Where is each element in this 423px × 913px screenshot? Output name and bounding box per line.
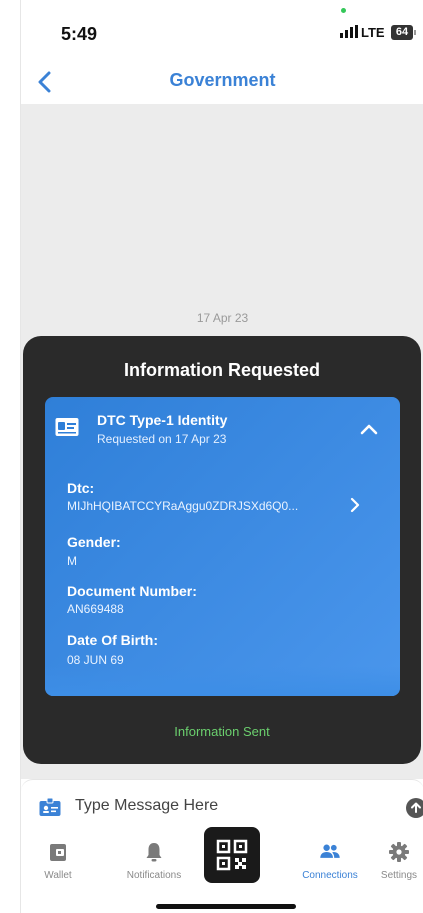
collapse-button[interactable] <box>355 415 383 443</box>
nav-bar: Government <box>21 60 423 104</box>
tab-notifications[interactable]: Notifications <box>114 837 194 887</box>
arrow-up-icon <box>411 802 421 813</box>
tab-wallet-label: Wallet <box>44 870 72 881</box>
qr-code-icon <box>216 839 248 871</box>
tab-wallet[interactable]: Wallet <box>21 837 98 887</box>
tab-settings[interactable]: Settings <box>359 837 423 887</box>
attribute-value-dtc: MIJhHQIBATCCYRaAggu0ZDRJSXd6Q0... <box>67 499 299 513</box>
attribute-label-gender: Gender: <box>67 534 121 550</box>
chat-area[interactable]: 17 Apr 23 Information Requested DTC Type… <box>21 104 423 779</box>
attribute-label-dtc: Dtc: <box>67 480 95 496</box>
gear-icon <box>389 842 409 862</box>
message-composer <box>21 779 423 832</box>
tab-bar: Wallet Notifications Connections Setting… <box>21 827 423 913</box>
credential-card[interactable]: DTC Type-1 Identity Requested on 17 Apr … <box>45 397 400 696</box>
status-time: 5:49 <box>61 24 98 44</box>
network-type: LTE <box>361 25 385 40</box>
id-card-icon <box>55 418 79 436</box>
date-separator: 17 Apr 23 <box>196 311 249 325</box>
information-sent-status: Information Sent <box>174 724 270 739</box>
message-input[interactable] <box>75 794 375 818</box>
tab-notifications-label: Notifications <box>126 870 182 881</box>
attribute-value-gender: M <box>67 554 77 568</box>
tab-connections[interactable]: Connections <box>290 837 370 887</box>
battery-tip <box>414 30 416 35</box>
scan-qr-button[interactable] <box>204 827 260 883</box>
attribute-label-date-of-birth: Date Of Birth: <box>67 632 158 648</box>
attribute-value-date-of-birth: 08 JUN 69 <box>67 653 124 667</box>
send-button[interactable] <box>406 798 423 818</box>
wallet-icon <box>50 844 66 861</box>
attribute-label-document-number: Document Number: <box>67 583 197 599</box>
signal-icon <box>340 25 358 38</box>
bell-icon <box>146 843 162 862</box>
location-indicator-icon <box>341 8 346 13</box>
phone-screen: 5:49 LTE 64 Government 17 Apr 23 Informa… <box>20 0 423 913</box>
tab-settings-label: Settings <box>380 870 418 881</box>
tab-connections-label: Connections <box>302 870 358 881</box>
attribute-value-document-number: AN669488 <box>67 602 124 616</box>
page-title: Government <box>169 70 276 90</box>
status-bar: 5:49 LTE 64 <box>21 0 423 60</box>
home-indicator[interactable] <box>156 904 296 909</box>
chevron-right-icon[interactable] <box>347 495 363 515</box>
credential-requested-date: Requested on 17 Apr 23 <box>97 432 227 446</box>
credential-name: DTC Type-1 Identity <box>97 412 228 428</box>
scroll-fade <box>45 666 400 696</box>
credential-icon[interactable] <box>39 797 61 817</box>
chevron-up-icon <box>360 424 378 435</box>
information-request-card: Information Requested DTC Type-1 Identit… <box>23 336 421 764</box>
battery-icon: 64 <box>391 25 413 40</box>
request-title: Information Requested <box>123 360 320 380</box>
people-icon <box>320 844 340 858</box>
